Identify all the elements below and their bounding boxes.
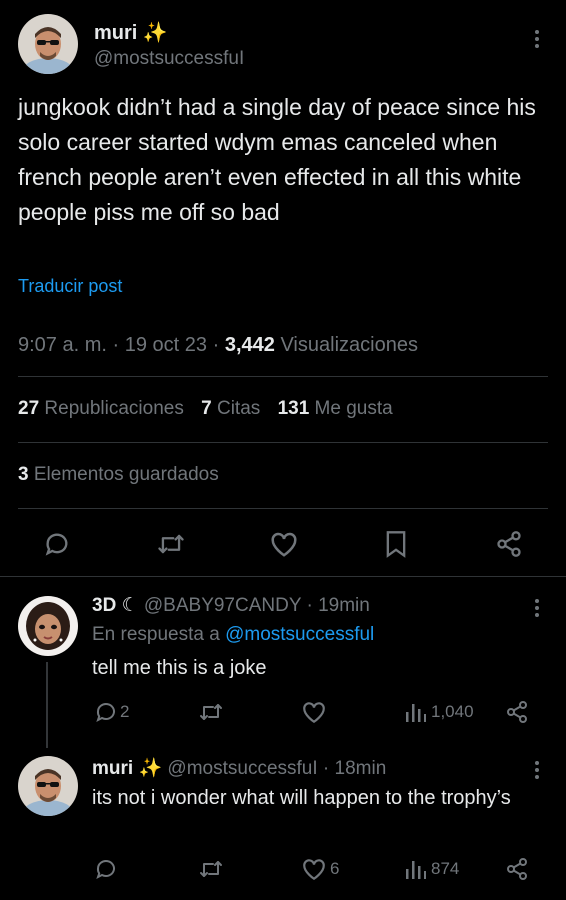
reply-handle[interactable]: @BABY97CANDY — [144, 595, 301, 616]
repost-icon[interactable] — [156, 530, 186, 558]
reply-to-handle[interactable]: @mostsuccessful — [225, 624, 374, 645]
reply-count: 2 — [120, 702, 130, 721]
reply-avatar[interactable] — [18, 756, 78, 816]
bookmarks-stat[interactable]: 3 Elementos guardados — [18, 464, 219, 486]
reply-header: 3D ☾ @BABY97CANDY · 19min — [92, 594, 370, 617]
author-avatar[interactable] — [18, 14, 78, 74]
likes-label: Me gusta — [314, 398, 393, 419]
reply-to-row: En respuesta a @mostsuccessful — [92, 624, 374, 646]
thread-connector-line — [46, 662, 48, 748]
divider — [18, 508, 548, 509]
post-text: jungkook didn’t had a single day of peac… — [18, 94, 536, 225]
reply-more-options-icon[interactable] — [535, 596, 539, 620]
separator-dot: · — [212, 334, 220, 356]
like-icon[interactable] — [269, 530, 299, 558]
reply-text: tell me this is a joke — [92, 657, 267, 679]
more-options-icon[interactable] — [535, 27, 539, 51]
divider — [18, 442, 548, 443]
reposts-label: Republicaciones — [44, 398, 184, 419]
reply-text: its not i wonder what will happen to the… — [92, 787, 511, 809]
reply-handle[interactable]: @mostsuccessfuI — [167, 758, 317, 779]
reply-to-label: En respuesta a — [92, 624, 220, 645]
views-count: 3,442 — [224, 334, 275, 356]
separator-dot: · — [322, 758, 330, 779]
reply-icon[interactable] — [43, 530, 71, 558]
likes-stat[interactable]: 131 Me gusta — [278, 398, 393, 419]
like-count: 6 — [330, 859, 340, 878]
sparkles-emoji: ✨ — [138, 758, 163, 779]
share-icon[interactable] — [494, 530, 524, 558]
likes-count: 131 — [277, 398, 310, 419]
repost-action-icon[interactable] — [198, 700, 224, 724]
post-meta-row: 9:07 a. m. · 19 oct 23 · 3,442 Visualiza… — [18, 334, 418, 357]
repost-action-icon[interactable] — [198, 857, 224, 881]
divider — [18, 376, 548, 377]
quotes-stat[interactable]: 7 Citas — [201, 398, 265, 419]
engagement-stats-row: 27 Republicaciones 7 Citas 131 Me gusta — [18, 398, 393, 420]
views-count: 874 — [431, 859, 460, 878]
reposts-stat[interactable]: 27 Republicaciones — [18, 398, 189, 419]
divider — [0, 576, 566, 577]
quotes-count: 7 — [201, 398, 212, 419]
quotes-label: Citas — [216, 398, 261, 419]
post-time[interactable]: 9:07 a. m. — [18, 334, 107, 356]
author-handle[interactable]: @mostsuccessfuI — [94, 48, 244, 70]
reply-time[interactable]: 19min — [318, 595, 370, 616]
like-action-icon[interactable] — [301, 700, 329, 724]
like-action-icon[interactable]: 6 — [301, 857, 339, 881]
views-label: Visualizaciones — [280, 334, 418, 356]
views-action-icon[interactable]: 1,040 — [404, 700, 474, 724]
author-name: muri — [94, 22, 138, 44]
sparkles-emoji: ✨ — [142, 22, 168, 44]
reply-action-icon[interactable]: 2 — [94, 700, 129, 724]
reply-header: muri ✨ @mostsuccessfuI · 18min — [92, 756, 386, 780]
separator-dot: · — [112, 334, 120, 356]
share-action-icon[interactable] — [505, 857, 529, 881]
reply-author-name[interactable]: 3D ☾ — [92, 595, 139, 616]
reposts-count: 27 — [18, 398, 40, 419]
reply-more-options-icon[interactable] — [535, 758, 539, 782]
reply-author-name[interactable]: muri — [92, 758, 133, 779]
share-action-icon[interactable] — [505, 700, 529, 724]
separator-dot: · — [306, 595, 313, 616]
reply-avatar[interactable] — [18, 596, 78, 656]
reply-time[interactable]: 18min — [335, 758, 387, 779]
bookmarks-count: 3 — [18, 464, 29, 485]
views-action-icon[interactable]: 874 — [404, 857, 459, 881]
bookmarks-label: Elementos guardados — [33, 464, 219, 485]
views-count: 1,040 — [431, 702, 474, 721]
post-date[interactable]: 19 oct 23 — [125, 334, 207, 356]
author-name-row[interactable]: muri ✨ — [94, 20, 168, 45]
bookmark-icon[interactable] — [384, 530, 408, 558]
translate-link[interactable]: Traducir post — [18, 276, 122, 297]
reply-action-icon[interactable] — [94, 857, 118, 881]
